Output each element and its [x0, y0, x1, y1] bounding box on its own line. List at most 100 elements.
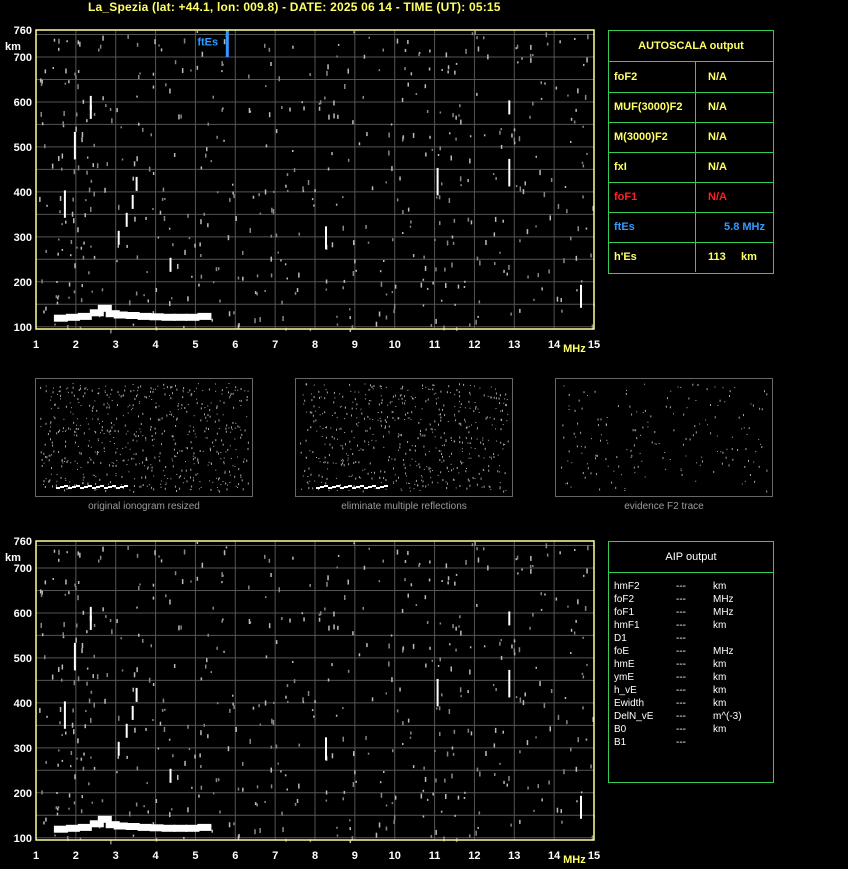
thumb-point	[407, 441, 409, 443]
thumb-point	[459, 485, 461, 487]
thumb-point	[384, 419, 386, 422]
thumb-point	[346, 453, 347, 455]
noise-point	[566, 209, 568, 214]
autoscala-value: 5.8 MHz	[695, 212, 773, 242]
thumb-point	[208, 428, 209, 430]
noise-point	[445, 283, 447, 288]
thumb-point	[731, 448, 733, 451]
thumb-point	[357, 444, 358, 447]
noise-point	[464, 280, 466, 283]
thumb-point	[430, 428, 432, 430]
thumb-point	[445, 481, 447, 483]
thumb-point	[50, 421, 52, 424]
thumb-point	[111, 462, 113, 464]
noise-point	[548, 269, 550, 274]
thumb-point	[125, 446, 127, 448]
thumb-point	[493, 396, 495, 399]
noise-point	[518, 647, 521, 653]
thumb-point	[420, 418, 422, 420]
thumb-point	[218, 477, 220, 480]
thumb-point	[89, 404, 91, 407]
thumb-point	[607, 465, 609, 467]
noise-point	[154, 550, 156, 556]
thumb-point	[313, 384, 315, 386]
noise-point	[392, 749, 394, 753]
thumb-point	[750, 403, 752, 405]
noise-point	[183, 38, 186, 44]
thumb-point	[402, 403, 404, 405]
thumb-point	[328, 454, 330, 457]
noise-point	[412, 765, 415, 769]
noise-point	[139, 72, 141, 75]
thumb-point	[96, 451, 98, 453]
thumb-point	[205, 416, 207, 419]
noise-point	[319, 611, 322, 616]
thumb-point	[175, 456, 177, 457]
noise-point	[45, 306, 47, 311]
thumb-point	[613, 470, 615, 472]
thumb-point	[380, 482, 382, 484]
noise-point	[102, 96, 104, 101]
noise-point	[249, 227, 251, 233]
noise-point	[518, 136, 521, 142]
thumb-point	[439, 459, 441, 462]
thumb-point	[458, 422, 460, 425]
thumb-point	[139, 428, 141, 430]
noise-point	[455, 62, 458, 65]
thumb-point	[342, 459, 344, 462]
noise-point	[129, 300, 131, 306]
noise-point	[62, 636, 65, 639]
noise-point	[61, 664, 64, 670]
noise-point	[199, 753, 201, 758]
thumb-point	[434, 429, 436, 431]
thumb-point	[438, 408, 440, 411]
thumb-point	[102, 420, 104, 422]
noise-point	[487, 565, 489, 571]
noise-point	[444, 267, 446, 272]
noise-point	[318, 102, 321, 105]
noise-point	[555, 86, 558, 90]
thumb-point	[443, 404, 445, 407]
thumb-point	[438, 423, 439, 426]
noise-point	[382, 559, 384, 563]
noise-point	[327, 575, 329, 581]
noise-point	[58, 749, 60, 752]
noise-point	[272, 209, 275, 214]
thumb-point	[701, 456, 703, 458]
thumb-point	[637, 465, 639, 468]
thumb-point	[495, 392, 497, 395]
thumb-point	[383, 477, 385, 479]
thumb-point	[191, 447, 193, 450]
thumb-point	[199, 450, 201, 452]
noise-point	[264, 554, 266, 559]
thumb-point	[332, 462, 334, 464]
thumb-point	[310, 473, 312, 476]
thumb-point	[171, 458, 173, 460]
thumb-point	[432, 470, 433, 471]
thumb-point	[171, 386, 173, 389]
noise-point	[102, 35, 104, 41]
noise-point	[564, 186, 567, 188]
thumb-point	[243, 458, 245, 460]
trace-point	[73, 656, 76, 671]
y-tick-label: 760	[14, 25, 32, 37]
thumb-point	[218, 490, 220, 493]
noise-point	[566, 720, 568, 725]
noise-point	[453, 729, 456, 734]
thumb-point	[400, 488, 402, 490]
noise-point	[510, 312, 512, 316]
thumb-point	[352, 453, 354, 455]
noise-point	[212, 792, 215, 795]
trace-point	[197, 823, 212, 831]
thumb-point	[368, 388, 370, 391]
ionogram-top: ftEs 1 2 3 4 5 6 7 8 9 10 11 12 13 14 15 100 200 300 400 500…	[0, 22, 606, 362]
noise-point	[500, 639, 502, 642]
thumb-trace	[80, 487, 84, 489]
thumb-point	[374, 487, 376, 489]
thumb-point	[140, 423, 142, 425]
noise-point	[138, 633, 140, 637]
noise-point	[344, 84, 346, 89]
noise-point	[58, 238, 60, 241]
trace-point	[63, 190, 66, 205]
thumb-point	[437, 397, 439, 399]
